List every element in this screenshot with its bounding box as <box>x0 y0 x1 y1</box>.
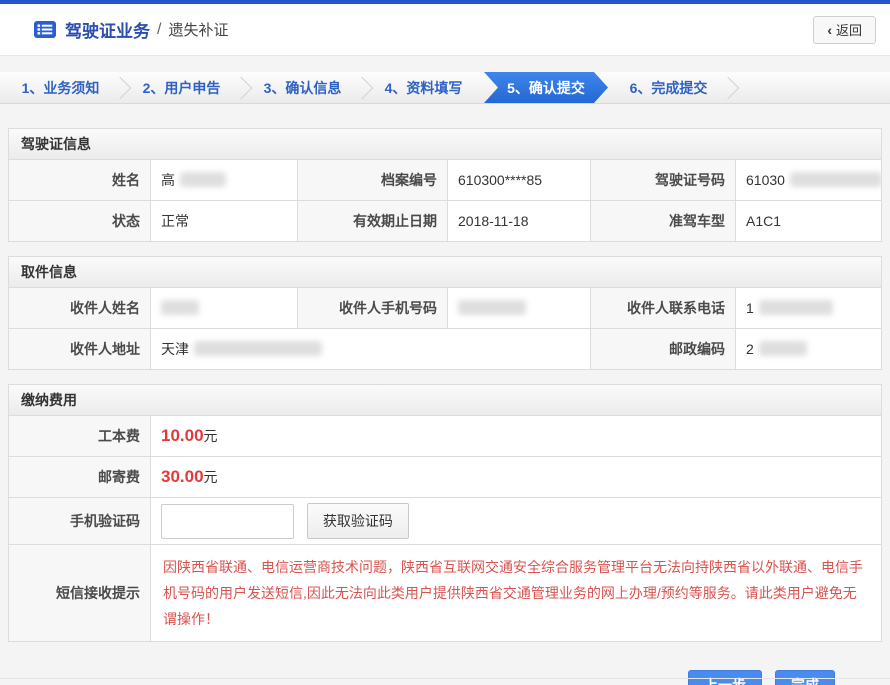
valid-until-value: 2018-11-18 <box>448 201 591 242</box>
table-row: 姓名 高 档案编号 610300****85 驾驶证号码 61030 <box>9 160 882 201</box>
recipient-mobile-value <box>448 288 591 329</box>
recipient-name-value <box>151 288 298 329</box>
postage-fee-amount: 30.00 <box>161 467 204 486</box>
recipient-phone-value: 1 <box>736 288 882 329</box>
step-wizard-bar: 1、业务须知 2、用户申告 3、确认信息 4、资料填写 5、确认提交 6、完成提… <box>0 71 890 104</box>
sms-notice-text: 因陕西省联通、电信运营商技术问题，陕西省互联网交通安全综合服务管理平台无法向持陕… <box>151 545 882 642</box>
section-title-license-info: 驾驶证信息 <box>8 128 882 159</box>
license-number-value: 61030 <box>736 160 882 201</box>
redacted-value-blur <box>759 300 833 315</box>
section-title-pickup-info: 取件信息 <box>8 256 882 287</box>
bottom-divider <box>0 678 890 679</box>
step-3-confirm-info[interactable]: 3、确认信息 <box>242 72 363 103</box>
postage-fee-label: 邮寄费 <box>9 457 151 498</box>
license-info-table: 姓名 高 档案编号 610300****85 驾驶证号码 61030 状态 正常… <box>8 159 882 242</box>
table-row: 工本费 10.00元 <box>9 416 882 457</box>
back-button-label: 返回 <box>836 20 862 39</box>
page-header: 驾驶证业务 / 遗失补证 ‹ 返回 <box>0 4 890 56</box>
license-menu-icon <box>34 21 56 38</box>
redacted-value-blur <box>790 172 882 187</box>
step-4-fill-data[interactable]: 4、资料填写 <box>363 72 484 103</box>
redacted-value-blur <box>458 300 526 315</box>
postal-code-label: 邮政编码 <box>591 329 736 370</box>
table-row: 短信接收提示 因陕西省联通、电信运营商技术问题，陕西省互联网交通安全综合服务管理… <box>9 545 882 642</box>
vehicle-class-value: A1C1 <box>736 201 882 242</box>
table-row: 邮寄费 30.00元 <box>9 457 882 498</box>
sms-notice-label: 短信接收提示 <box>9 545 151 642</box>
page-title: 驾驶证业务 <box>65 17 150 42</box>
postage-fee-value: 30.00元 <box>151 457 882 498</box>
section-license-info: 驾驶证信息 姓名 高 档案编号 610300****85 驾驶证号码 61030… <box>8 128 882 242</box>
step-2-user-declaration[interactable]: 2、用户申告 <box>121 72 242 103</box>
redacted-value-blur <box>194 341 322 356</box>
step-1-business-notice[interactable]: 1、业务须知 <box>0 72 121 103</box>
table-row: 收件人姓名 收件人手机号码 收件人联系电话 1 <box>9 288 882 329</box>
sms-code-input[interactable] <box>161 504 294 539</box>
production-fee-amount: 10.00 <box>161 426 204 445</box>
name-label: 姓名 <box>9 160 151 201</box>
license-number-label: 驾驶证号码 <box>591 160 736 201</box>
redacted-value-blur <box>759 341 807 356</box>
breadcrumb-separator: / <box>157 21 161 39</box>
section-title-payment: 缴纳费用 <box>8 384 882 415</box>
production-fee-value: 10.00元 <box>151 416 882 457</box>
redacted-value-blur <box>161 300 199 315</box>
file-number-value: 610300****85 <box>448 160 591 201</box>
valid-until-label: 有效期止日期 <box>298 201 448 242</box>
postal-code-value: 2 <box>736 329 882 370</box>
recipient-mobile-label: 收件人手机号码 <box>298 288 448 329</box>
production-fee-unit: 元 <box>204 428 218 444</box>
step-5-confirm-submit[interactable]: 5、确认提交 <box>484 72 608 103</box>
sms-code-cell: 获取验证码 <box>151 498 882 545</box>
recipient-address-value: 天津 <box>151 329 591 370</box>
back-button[interactable]: ‹ 返回 <box>813 16 876 44</box>
table-row: 收件人地址 天津 邮政编码 2 <box>9 329 882 370</box>
file-number-label: 档案编号 <box>298 160 448 201</box>
table-row: 手机验证码 获取验证码 <box>9 498 882 545</box>
status-value: 正常 <box>151 201 298 242</box>
postage-fee-unit: 元 <box>204 469 218 485</box>
section-payment: 缴纳费用 工本费 10.00元 邮寄费 30.00元 手机验证码 获取验证码 短… <box>8 384 882 642</box>
recipient-name-label: 收件人姓名 <box>9 288 151 329</box>
recipient-phone-label: 收件人联系电话 <box>591 288 736 329</box>
step-6-complete-submit[interactable]: 6、完成提交 <box>608 72 729 103</box>
name-value: 高 <box>151 160 298 201</box>
vehicle-class-label: 准驾车型 <box>591 201 736 242</box>
chevron-left-icon: ‹ <box>827 22 832 38</box>
production-fee-label: 工本费 <box>9 416 151 457</box>
pickup-info-table: 收件人姓名 收件人手机号码 收件人联系电话 1 收件人地址 天津 邮政编码 2 <box>8 287 882 370</box>
payment-table: 工本费 10.00元 邮寄费 30.00元 手机验证码 获取验证码 短信接收提示… <box>8 415 882 642</box>
breadcrumb-current: 遗失补证 <box>168 19 228 40</box>
get-sms-code-button[interactable]: 获取验证码 <box>307 503 409 539</box>
redacted-value-blur <box>180 172 226 187</box>
status-label: 状态 <box>9 201 151 242</box>
section-pickup-info: 取件信息 收件人姓名 收件人手机号码 收件人联系电话 1 收件人地址 天津 邮政… <box>8 256 882 370</box>
table-row: 状态 正常 有效期止日期 2018-11-18 准驾车型 A1C1 <box>9 201 882 242</box>
recipient-address-label: 收件人地址 <box>9 329 151 370</box>
sms-code-label: 手机验证码 <box>9 498 151 545</box>
